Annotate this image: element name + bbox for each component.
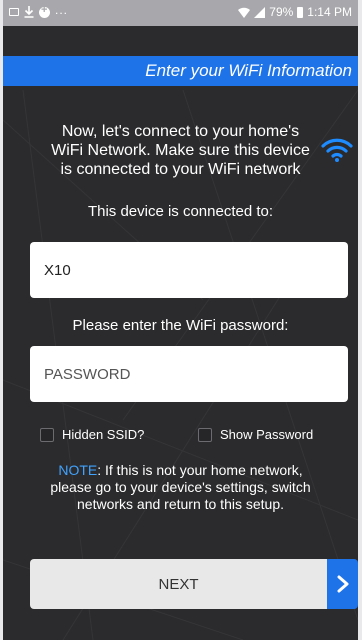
status-bar: ... 79% 1:14 PM — [3, 0, 358, 26]
intro-text: Now, let's connect to your home's WiFi N… — [3, 122, 358, 179]
password-label: Please enter the WiFi password: — [72, 317, 289, 334]
note-line-2: please go to your device's settings, swi… — [50, 479, 311, 495]
ssid-field[interactable] — [30, 242, 348, 298]
toolbar-spacer — [3, 26, 358, 56]
header-bar: Enter your WiFi Information — [3, 56, 358, 86]
battery-icon — [297, 6, 304, 18]
hidden-ssid-option[interactable]: Hidden SSID? — [40, 427, 144, 442]
show-password-option[interactable]: Show Password — [198, 427, 313, 442]
clock: 1:14 PM — [307, 5, 352, 19]
app-screen: ... 79% 1:14 PM Enter your WiFi Informat… — [3, 0, 358, 640]
note-key: NOTE — [58, 462, 98, 478]
password-field[interactable] — [30, 346, 348, 402]
show-password-label: Show Password — [220, 427, 314, 442]
wifi-status-icon — [238, 7, 251, 18]
hidden-ssid-checkbox[interactable] — [40, 427, 54, 442]
note-line-3: networks and return to this setup. — [77, 496, 284, 512]
hidden-ssid-label: Hidden SSID? — [62, 427, 145, 442]
more-notifications-indicator: ... — [55, 3, 69, 17]
note-line-1-text: : If this is not your home network, — [97, 462, 303, 478]
intro-line-2: WiFi Network. Make sure this device — [51, 142, 310, 159]
download-notification-icon — [24, 6, 34, 18]
next-button[interactable]: NEXT — [30, 559, 327, 609]
note-text: NOTE: If this is not your home network, … — [3, 462, 358, 513]
next-arrow-button[interactable] — [327, 559, 358, 609]
gallery-notification-icon — [9, 8, 19, 16]
intro-line-1: Now, let's connect to your home's — [61, 123, 300, 140]
device-frame: ... 79% 1:14 PM Enter your WiFi Informat… — [0, 0, 362, 640]
note-line-1: NOTE: If this is not your home network, — [3, 462, 358, 479]
signal-strength-icon — [254, 6, 266, 18]
wifi-icon — [321, 138, 353, 162]
add-notification-icon — [39, 4, 50, 18]
intro-line-3: is connected to your WiFi network — [60, 161, 301, 178]
page-title: Enter your WiFi Information — [145, 61, 352, 80]
connected-label: This device is connected to: — [87, 203, 274, 220]
chevron-right-icon — [337, 575, 348, 593]
show-password-checkbox[interactable] — [198, 427, 212, 442]
battery-percentage: 79% — [269, 5, 294, 19]
